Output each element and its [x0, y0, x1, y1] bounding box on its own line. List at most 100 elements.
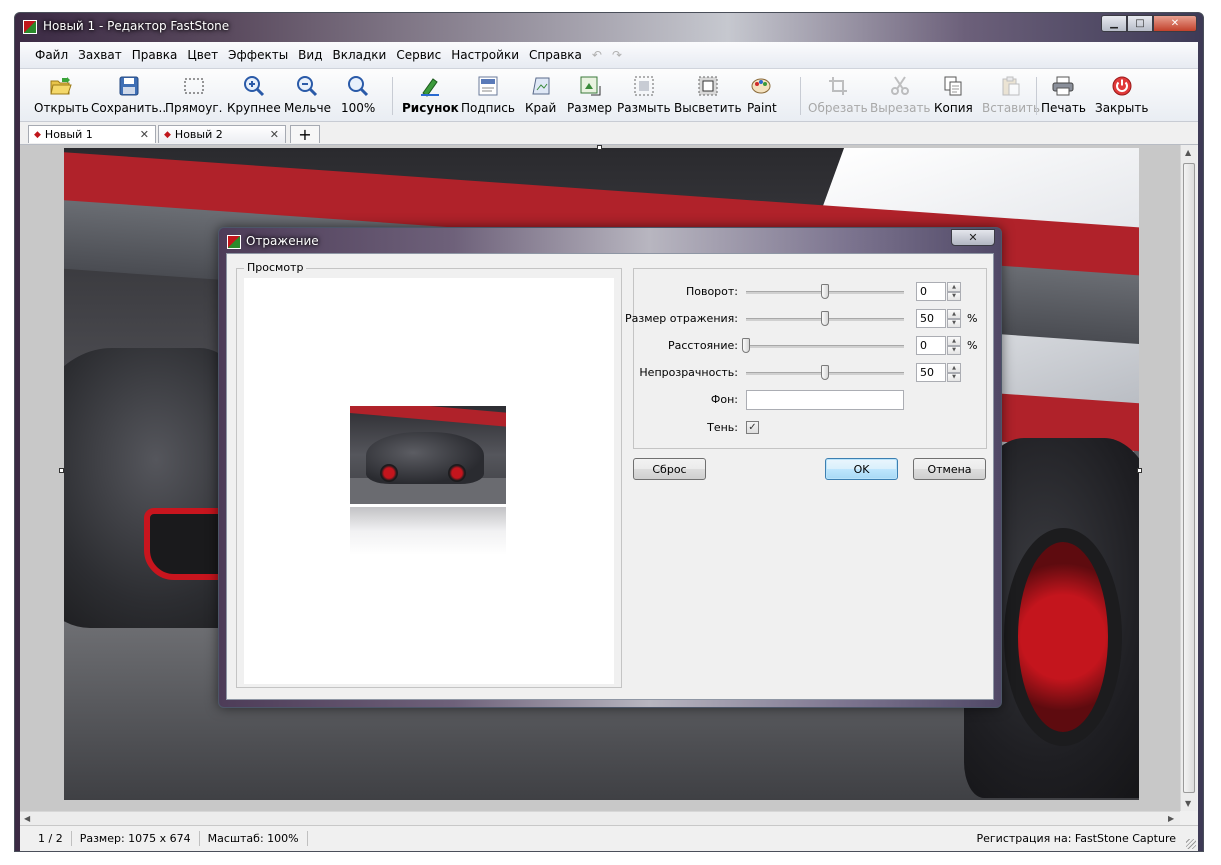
- menu-view[interactable]: Вид: [293, 48, 327, 62]
- toolbar-separator: [392, 77, 393, 115]
- zoom-out-button[interactable]: Мельче: [284, 69, 331, 121]
- reset-button[interactable]: Сброс: [633, 458, 706, 480]
- cut-button[interactable]: Вырезать: [870, 69, 931, 121]
- tab-new-1[interactable]: ◆ Новый 1 ✕: [28, 125, 156, 143]
- crop-button[interactable]: Обрезать: [808, 69, 868, 121]
- close-window-button[interactable]: ✕: [1153, 15, 1197, 32]
- slider-thumb[interactable]: [821, 284, 829, 299]
- zoom-in-button[interactable]: Крупнее: [227, 69, 281, 121]
- menu-capture[interactable]: Захват: [73, 48, 127, 62]
- floppy-icon: [118, 75, 140, 97]
- preview-area: [244, 278, 614, 684]
- menu-edit[interactable]: Правка: [127, 48, 183, 62]
- percent-unit: %: [967, 339, 978, 352]
- resize-handle-right[interactable]: [1137, 468, 1142, 473]
- dialog-body: Просмотр Поворот: 0 ▲ ▼ Размер отражения:…: [226, 253, 994, 700]
- spin-down-icon[interactable]: ▼: [947, 318, 961, 328]
- app-icon: [227, 235, 241, 249]
- scroll-up-icon[interactable]: ▲: [1185, 148, 1191, 157]
- tab-close-icon[interactable]: ✕: [270, 128, 279, 141]
- scroll-right-icon[interactable]: ▶: [1168, 814, 1174, 823]
- ok-button[interactable]: OK: [825, 458, 898, 480]
- rotation-slider[interactable]: [746, 284, 904, 299]
- toolbar: Открыть Сохранить.. Прямоуг. Крупнее Мел…: [20, 69, 1198, 122]
- spin-down-icon[interactable]: ▼: [947, 372, 961, 382]
- spin-up-icon[interactable]: ▲: [947, 363, 961, 373]
- zoom-icon: [347, 75, 369, 97]
- resize-handle-left[interactable]: [59, 468, 64, 473]
- resize-grip-icon[interactable]: [1186, 839, 1196, 849]
- add-tab-button[interactable]: +: [290, 125, 320, 144]
- blur-button[interactable]: Размыть: [617, 69, 671, 121]
- menu-help[interactable]: Справка: [524, 48, 587, 62]
- spin-up-icon[interactable]: ▲: [947, 309, 961, 319]
- title-bar[interactable]: Новый 1 - Редактор FastStone ▁ □ ✕: [15, 13, 1203, 41]
- draw-pen-icon: [419, 75, 441, 97]
- rotation-input[interactable]: 0: [916, 282, 946, 301]
- undo-icon[interactable]: ↶: [587, 48, 607, 62]
- vertical-scroll-thumb[interactable]: [1183, 163, 1195, 793]
- rectangle-select-button[interactable]: Прямоуг.: [165, 69, 222, 121]
- distance-input[interactable]: 0: [916, 336, 946, 355]
- resize-button[interactable]: Размер: [567, 69, 612, 121]
- scroll-down-icon[interactable]: ▼: [1185, 799, 1191, 808]
- document-tab-bar: ◆ Новый 1 ✕ ◆ Новый 2 ✕ +: [20, 122, 1198, 145]
- distance-spinner[interactable]: ▲ ▼: [947, 336, 961, 355]
- edge-button[interactable]: Край: [525, 69, 556, 121]
- redo-icon[interactable]: ↷: [607, 48, 627, 62]
- menu-settings[interactable]: Настройки: [446, 48, 524, 62]
- reflection-size-slider[interactable]: [746, 311, 904, 326]
- shadow-checkbox[interactable]: ✓: [746, 421, 759, 434]
- draw-button[interactable]: Рисунок: [402, 69, 459, 121]
- slider-thumb[interactable]: [821, 365, 829, 380]
- spin-up-icon[interactable]: ▲: [947, 282, 961, 292]
- copy-icon: [942, 75, 964, 97]
- minimize-button[interactable]: ▁: [1101, 15, 1127, 32]
- paint-button[interactable]: Paint: [747, 69, 777, 121]
- resize-handle-top[interactable]: [597, 145, 602, 150]
- spin-down-icon[interactable]: ▼: [947, 291, 961, 301]
- rotation-spinner[interactable]: ▲ ▼: [947, 282, 961, 301]
- caption-button[interactable]: Подпись: [461, 69, 515, 121]
- save-button[interactable]: Сохранить..: [91, 69, 166, 121]
- spotlight-button[interactable]: Высветить: [674, 69, 742, 121]
- menu-effects[interactable]: Эффекты: [223, 48, 293, 62]
- menu-tools[interactable]: Сервис: [391, 48, 446, 62]
- cancel-button[interactable]: Отмена: [913, 458, 986, 480]
- open-button[interactable]: Открыть: [34, 69, 89, 121]
- copy-button[interactable]: Копия: [934, 69, 973, 121]
- reflection-size-spinner[interactable]: ▲ ▼: [947, 309, 961, 328]
- reflection-dialog: Отражение ✕ Просмотр Поворот: 0 ▲ ▼ Разме…: [218, 227, 1002, 708]
- menu-color[interactable]: Цвет: [182, 48, 223, 62]
- zoom-in-icon: [243, 75, 265, 97]
- status-page: 1 / 2: [20, 831, 72, 846]
- vertical-scrollbar[interactable]: ▲ ▼: [1180, 145, 1197, 811]
- distance-slider[interactable]: [742, 338, 904, 353]
- background-label: Фон:: [710, 393, 738, 406]
- dialog-close-button[interactable]: ✕: [951, 229, 995, 246]
- caption-buttons: ▁ □ ✕: [1101, 15, 1197, 32]
- reflection-size-input[interactable]: 50: [916, 309, 946, 328]
- opacity-spinner[interactable]: ▲ ▼: [947, 363, 961, 382]
- zoom-100-button[interactable]: 100%: [341, 69, 375, 121]
- scroll-left-icon[interactable]: ◀: [24, 814, 30, 823]
- background-color-picker[interactable]: [746, 390, 904, 410]
- opacity-input[interactable]: 50: [916, 363, 946, 382]
- tab-label: Новый 2: [174, 128, 223, 141]
- opacity-slider[interactable]: [746, 365, 904, 380]
- close-image-button[interactable]: Закрыть: [1095, 69, 1148, 121]
- status-bar: 1 / 2 Размер: 1075 x 674 Масштаб: 100% Р…: [20, 825, 1198, 851]
- tab-close-icon[interactable]: ✕: [140, 128, 149, 141]
- menu-file[interactable]: Файл: [30, 48, 73, 62]
- maximize-button[interactable]: □: [1127, 15, 1153, 32]
- slider-thumb[interactable]: [821, 311, 829, 326]
- paste-button[interactable]: Вставить: [982, 69, 1040, 121]
- slider-thumb[interactable]: [742, 338, 750, 353]
- spin-up-icon[interactable]: ▲: [947, 336, 961, 346]
- print-button[interactable]: Печать: [1041, 69, 1086, 121]
- spin-down-icon[interactable]: ▼: [947, 345, 961, 355]
- menu-tabs[interactable]: Вкладки: [328, 48, 392, 62]
- tab-new-2[interactable]: ◆ Новый 2 ✕: [158, 125, 286, 143]
- reflection-size-label: Размер отражения:: [625, 312, 738, 325]
- caption-icon: [477, 75, 499, 97]
